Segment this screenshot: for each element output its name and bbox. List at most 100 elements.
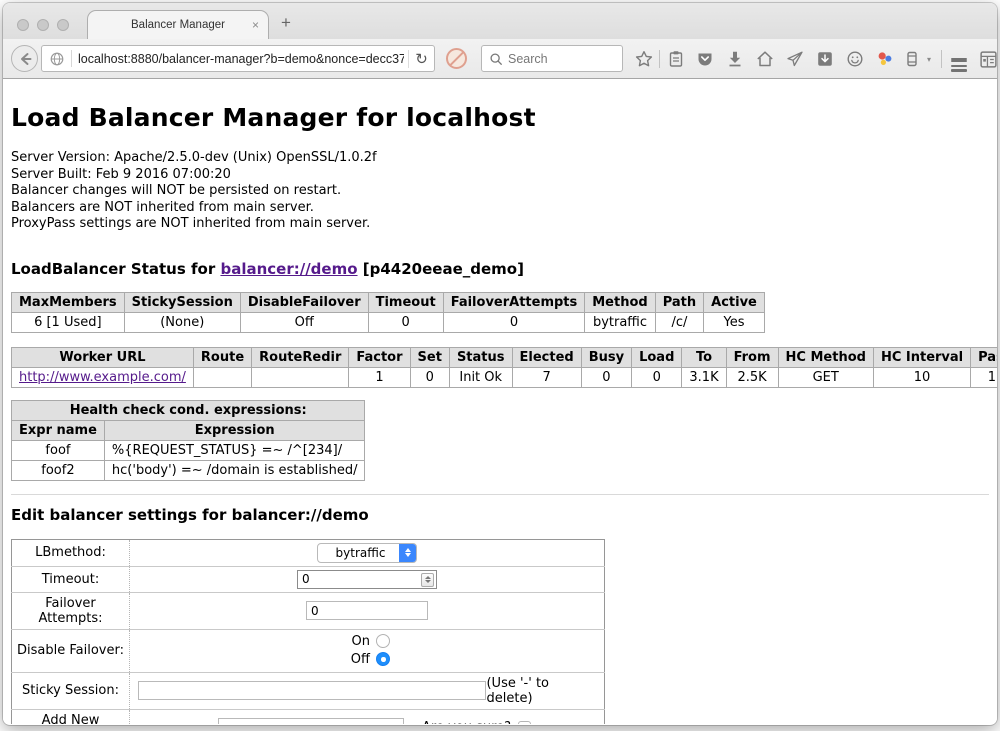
panel-grid-icon: [979, 50, 998, 69]
reading-list-button[interactable]: [666, 49, 686, 69]
failover-attempts-input[interactable]: [306, 601, 428, 620]
toolbar-divider-2: [941, 50, 942, 68]
content-blocker-icon[interactable]: [446, 48, 467, 69]
busy-cell: 0: [581, 367, 631, 387]
url-input[interactable]: [72, 52, 408, 66]
status-heading-suffix: [p4420eeae_demo]: [358, 260, 524, 278]
screenshot-button[interactable]: [815, 49, 835, 69]
sticky-session-label: Sticky Session:: [12, 672, 130, 709]
window-close-button[interactable]: [17, 19, 29, 31]
column-header: HC Method: [778, 347, 873, 367]
downloads-button[interactable]: [725, 49, 745, 69]
sticky-session-row: Sticky Session: (Use '-' to delete): [12, 672, 605, 709]
sidebar-panel-button[interactable]: [978, 49, 997, 69]
url-bar[interactable]: ↻: [41, 45, 435, 72]
are-you-sure-checkbox[interactable]: [518, 721, 531, 724]
radio-off[interactable]: [376, 652, 390, 666]
column-header: Method: [585, 292, 655, 312]
hamburger-icon: [951, 58, 967, 60]
proxypass-warning-line: ProxyPass settings are NOT inherited fro…: [11, 216, 997, 233]
reload-icon[interactable]: ↻: [408, 50, 434, 68]
send-icon: [786, 50, 804, 68]
worker-status-table: Worker URL Route RouteRedir Factor Set S…: [11, 347, 997, 388]
table-row: foof2 hc('body') =~ /domain is establish…: [12, 460, 365, 480]
health-table-title: Health check cond. expressions:: [12, 400, 365, 420]
routeredir-cell: [252, 367, 349, 387]
column-header: DisableFailover: [240, 292, 368, 312]
column-header: Active: [704, 292, 765, 312]
back-button[interactable]: [11, 45, 38, 72]
lbmethod-select[interactable]: bytraffic: [317, 543, 418, 563]
globe-icon: [49, 51, 65, 67]
server-info: Server Version: Apache/2.5.0-dev (Unix) …: [11, 150, 997, 233]
column-header: FailoverAttempts: [443, 292, 585, 312]
column-header: Busy: [581, 347, 631, 367]
from-cell: 2.5K: [726, 367, 778, 387]
stickysession-cell: (None): [124, 312, 240, 332]
smiley-icon: [846, 50, 864, 68]
pocket-icon: [696, 50, 714, 68]
select-stepper-icon: [399, 544, 416, 562]
expr-name-cell: foof2: [12, 460, 105, 480]
failover-attempts-label: Failover Attempts:: [12, 592, 130, 629]
radio-on-label: On: [344, 633, 370, 651]
colorways-button[interactable]: [875, 49, 895, 69]
expr-name-cell: foof: [12, 440, 105, 460]
hc-interval-cell: 10: [873, 367, 970, 387]
tab-close-icon[interactable]: ×: [252, 19, 259, 31]
number-spinner-icon[interactable]: [421, 573, 434, 587]
column-header: Route: [193, 347, 251, 367]
navigation-toolbar: ↻: [3, 39, 997, 79]
search-bar[interactable]: [481, 45, 623, 72]
chevron-down-icon[interactable]: ▾: [919, 49, 939, 69]
column-header: Timeout: [368, 292, 443, 312]
active-cell: Yes: [704, 312, 765, 332]
search-input[interactable]: [508, 52, 608, 66]
column-header: HC Interval: [873, 347, 970, 367]
radio-on[interactable]: [376, 634, 390, 648]
timeout-input[interactable]: [297, 570, 437, 589]
worker-url-link[interactable]: http://www.example.com/: [19, 370, 186, 385]
download-icon: [726, 50, 744, 68]
column-header: Status: [449, 347, 512, 367]
feedback-button[interactable]: [845, 49, 865, 69]
set-cell: 0: [410, 367, 449, 387]
search-icon: [489, 52, 503, 66]
loadbalancer-status-heading: LoadBalancer Status for balancer://demo …: [11, 260, 997, 278]
add-worker-input[interactable]: [218, 718, 404, 724]
timeout-row: Timeout:: [12, 566, 605, 592]
share-button[interactable]: [785, 49, 805, 69]
page-content: Load Balancer Manager for localhost Serv…: [3, 79, 997, 724]
column-header: Passes: [971, 347, 997, 367]
bookmark-star-button[interactable]: [634, 49, 654, 69]
disablefailover-cell: Off: [240, 312, 368, 332]
failover-attempts-row: Failover Attempts:: [12, 592, 605, 629]
browser-tab[interactable]: Balancer Manager ×: [87, 10, 269, 39]
browser-window: Balancer Manager × + ↻: [3, 3, 997, 725]
lbmethod-row: LBmethod: bytraffic: [12, 539, 605, 566]
lbmethod-label: LBmethod:: [12, 539, 130, 566]
tab-bar: Balancer Manager × +: [3, 3, 997, 39]
timeout-cell: 0: [368, 312, 443, 332]
menu-button[interactable]: [949, 49, 969, 69]
hc-method-cell: GET: [778, 367, 873, 387]
toolbar-divider: [659, 50, 660, 68]
window-minimize-button[interactable]: [37, 19, 49, 31]
column-header: Expression: [104, 420, 365, 440]
table-row: http://www.example.com/ 1 0 Init Ok 7 0 …: [12, 367, 998, 387]
new-tab-button[interactable]: +: [281, 13, 291, 33]
home-button[interactable]: [755, 49, 775, 69]
clipboard-icon: [667, 50, 685, 68]
worker-url-cell: http://www.example.com/: [12, 367, 194, 387]
load-cell: 0: [632, 367, 682, 387]
sticky-session-input[interactable]: [138, 681, 486, 700]
pocket-button[interactable]: [695, 49, 715, 69]
window-zoom-button[interactable]: [57, 19, 69, 31]
timeout-label: Timeout:: [12, 566, 130, 592]
tab-title: Balancer Manager: [131, 19, 225, 31]
color-dots-icon: [876, 50, 894, 68]
column-header: Elected: [512, 347, 581, 367]
balancer-demo-link[interactable]: balancer://demo: [220, 260, 357, 278]
status-cell: Init Ok: [449, 367, 512, 387]
passes-cell: 1 (0): [971, 367, 997, 387]
